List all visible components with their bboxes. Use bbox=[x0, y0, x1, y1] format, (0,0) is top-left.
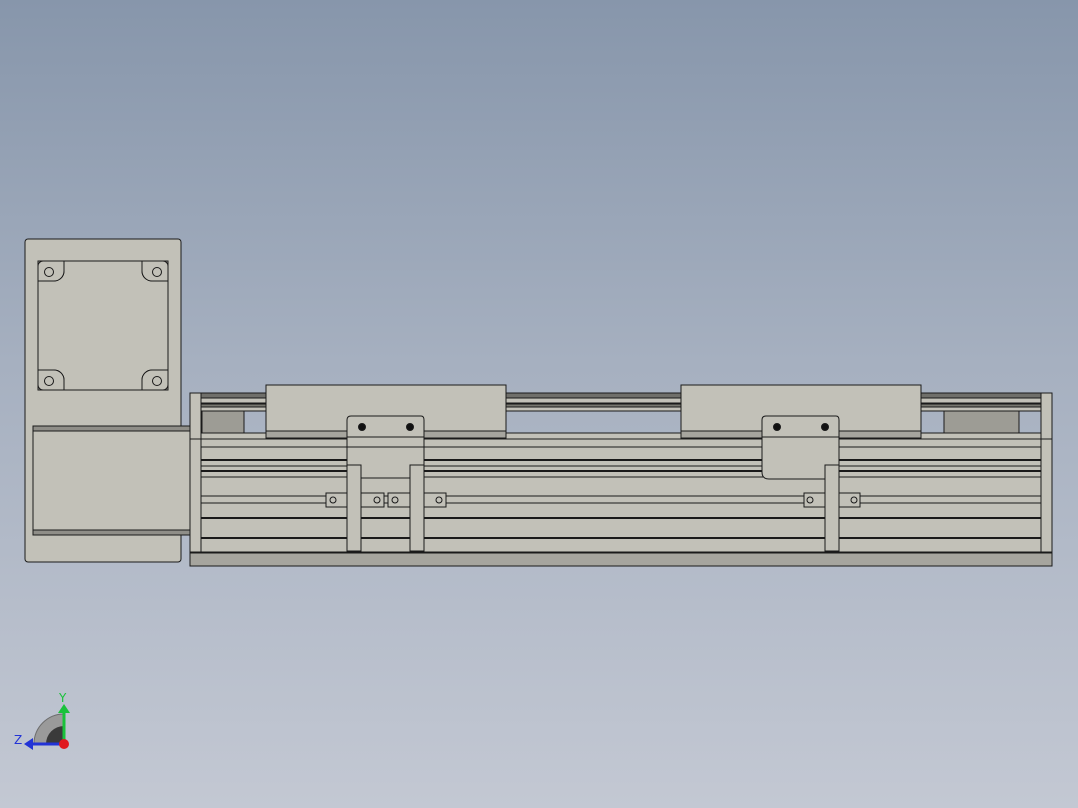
x-axis-dot bbox=[59, 739, 69, 749]
y-axis-arrow bbox=[58, 704, 70, 713]
motor-mount-plate[interactable] bbox=[24, 238, 192, 563]
coupling-housing bbox=[32, 425, 192, 536]
bolt-hole bbox=[152, 376, 162, 386]
bolt-hole bbox=[44, 376, 54, 386]
cad-viewport[interactable]: Y Z bbox=[0, 0, 1078, 808]
bolt-hole bbox=[152, 267, 162, 277]
z-axis-arrow bbox=[24, 738, 33, 750]
orientation-triad[interactable]: Y Z bbox=[14, 691, 70, 750]
model-view[interactable]: Y Z bbox=[0, 0, 1078, 808]
triad-z-label: Z bbox=[14, 733, 22, 747]
triad-y-label: Y bbox=[58, 691, 67, 705]
bolt-hole bbox=[44, 267, 54, 277]
